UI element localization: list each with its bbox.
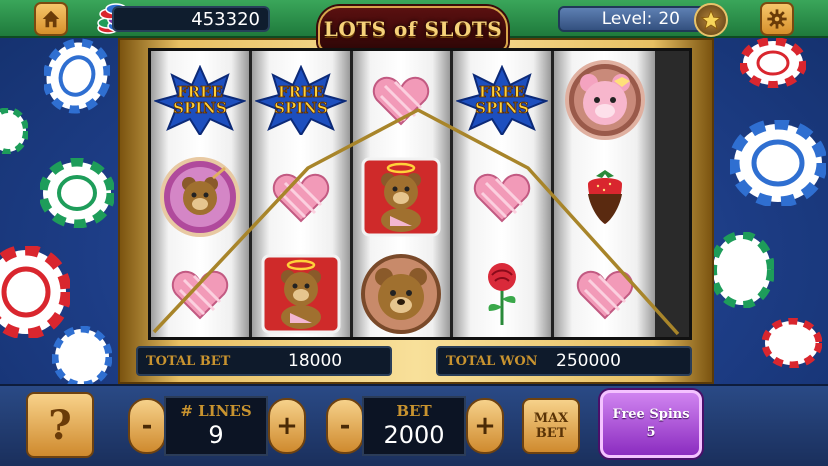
decor-chip xyxy=(0,246,70,338)
max-bet-label-2: BET xyxy=(535,426,567,441)
level-label: Level: xyxy=(601,9,653,29)
heart-box-symbol xyxy=(453,148,551,245)
decor-chip xyxy=(44,38,110,114)
decor-chip xyxy=(730,120,826,206)
heart-box-symbol xyxy=(554,245,655,342)
angel-bear-symbol xyxy=(353,148,451,245)
bet-value: 2000 xyxy=(383,421,445,449)
decor-chip xyxy=(0,108,28,154)
decor-chip xyxy=(740,38,806,88)
gear-icon xyxy=(767,9,787,29)
reel-window: FREE SPINS FREE SPINS FREE SPINS xyxy=(148,48,692,340)
decor-chip xyxy=(710,232,774,308)
max-bet-button[interactable]: MAX BET xyxy=(522,398,580,454)
help-button[interactable]: ? xyxy=(26,392,94,458)
free-spins-text-2: SPINS xyxy=(173,99,227,117)
total-bet-value: 18000 xyxy=(288,351,343,371)
lines-increase-button[interactable]: + xyxy=(268,398,306,454)
lines-stepper: # LINES 9 xyxy=(164,396,268,456)
total-bet-label: TOTAL BET xyxy=(146,353,231,369)
bear-face-symbol xyxy=(353,245,451,342)
cupid-bear-symbol xyxy=(151,148,249,245)
reel-3 xyxy=(352,51,454,337)
decor-chip xyxy=(40,158,114,228)
level-display: Level: 20 xyxy=(558,6,712,32)
rose-symbol xyxy=(453,245,551,342)
free-spins-symbol: FREE SPINS xyxy=(252,51,350,148)
free-spins-text-2: SPINS xyxy=(475,99,529,117)
reel-5 xyxy=(554,51,655,337)
angel-bear-symbol xyxy=(252,245,350,342)
settings-button[interactable] xyxy=(760,2,794,36)
home-icon xyxy=(42,10,60,28)
reel-4: FREE SPINS xyxy=(453,51,555,337)
total-bet-bar: TOTAL BET 18000 xyxy=(136,346,392,376)
free-spins-symbol: FREE SPINS xyxy=(151,51,249,148)
bet-label: BET xyxy=(396,402,432,420)
free-spins-button[interactable]: Free Spins 5 xyxy=(600,390,702,458)
total-won-label: TOTAL WON xyxy=(446,353,538,369)
level-star-badge xyxy=(694,3,728,37)
heart-box-symbol xyxy=(151,245,249,342)
credits-balance: 453320 xyxy=(112,6,270,32)
decor-chip xyxy=(762,318,822,368)
heart-box-symbol xyxy=(353,51,451,148)
decor-chip xyxy=(52,326,112,388)
free-spins-count: 5 xyxy=(646,425,656,440)
reel-2: FREE SPINS xyxy=(251,51,353,337)
free-spins-symbol: FREE SPINS xyxy=(453,51,551,148)
star-icon xyxy=(700,9,722,30)
home-button[interactable] xyxy=(34,2,68,36)
free-spins-label: Free Spins xyxy=(612,407,690,422)
game-logo: LOTS of SLOTS xyxy=(318,6,508,52)
max-bet-label-1: MAX xyxy=(533,411,569,426)
lines-label: # LINES xyxy=(180,402,252,420)
reel-1: FREE SPINS xyxy=(151,51,252,337)
chocolate-strawberry-symbol xyxy=(554,148,655,245)
heart-box-symbol xyxy=(252,148,350,245)
pink-bear-symbol xyxy=(554,51,655,148)
total-won-value: 250000 xyxy=(556,351,621,371)
bet-stepper: BET 2000 xyxy=(362,396,466,456)
free-spins-text-2: SPINS xyxy=(274,99,328,117)
bet-increase-button[interactable]: + xyxy=(466,398,504,454)
total-won-bar: TOTAL WON 250000 xyxy=(436,346,692,376)
bet-decrease-button[interactable]: - xyxy=(326,398,364,454)
lines-value: 9 xyxy=(208,421,224,449)
level-value: 20 xyxy=(658,9,680,29)
lines-decrease-button[interactable]: - xyxy=(128,398,166,454)
